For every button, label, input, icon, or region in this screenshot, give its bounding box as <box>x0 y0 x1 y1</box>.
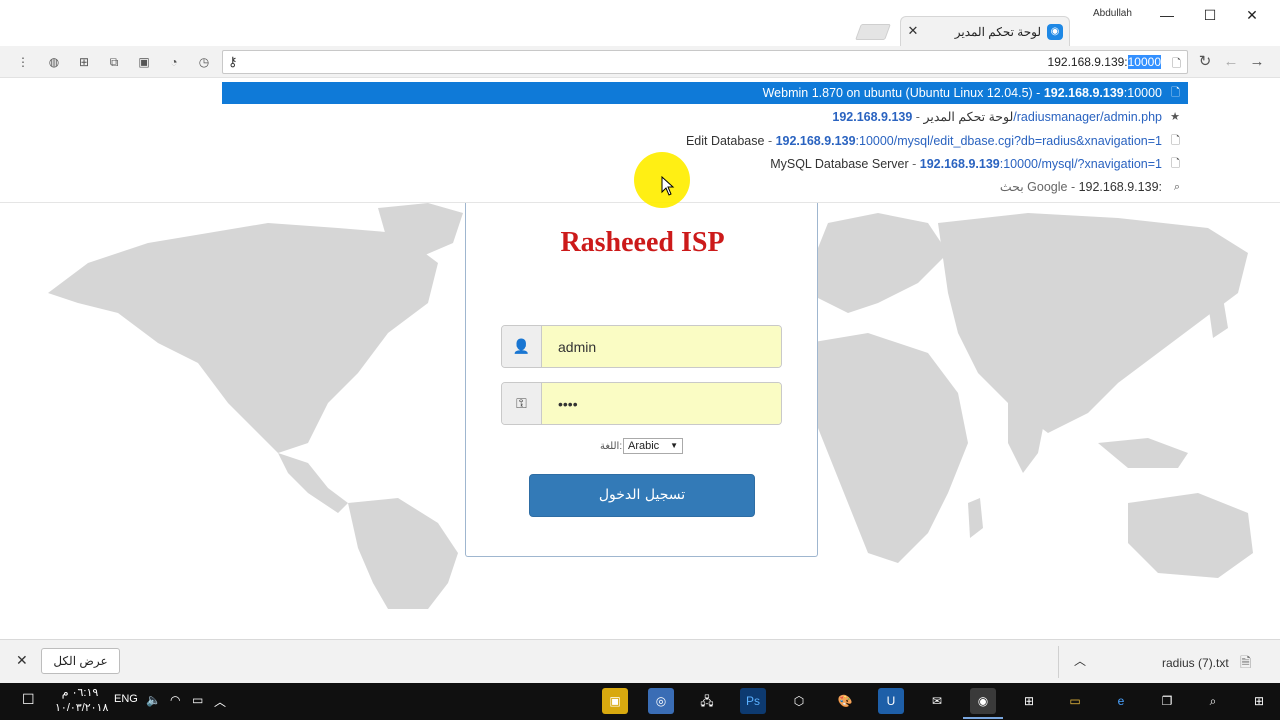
date-text: ١٠/٠٣/٢٠١٨ <box>55 702 109 714</box>
maximize-icon[interactable]: ☐ <box>1200 6 1220 24</box>
extension-page-icon[interactable]: ⧉ <box>105 53 123 71</box>
taskbar-app-mail-icon[interactable]: ✉ <box>924 688 950 714</box>
taskbar-app-filezilla-icon[interactable]: ▣ <box>602 688 628 714</box>
password-field: ⚿ <box>501 382 782 425</box>
taskbar-app-winbox-icon[interactable]: ◎ <box>648 688 674 714</box>
suggestion-item[interactable]: Webmin 1.870 on ubuntu (Ubuntu Linux 12.… <box>222 82 1188 104</box>
page-icon: 🗋 <box>1171 135 1180 147</box>
taskbar-app-ultraedit-icon[interactable]: U <box>878 688 904 714</box>
task-view-icon[interactable]: ❐ <box>1154 688 1180 714</box>
download-file-name[interactable]: radius (7).txt <box>1162 656 1229 670</box>
extension-messenger-icon[interactable]: ◔ <box>165 53 183 71</box>
start-icon[interactable]: ⊞ <box>1246 688 1272 714</box>
page-icon: 🗋 <box>1171 87 1180 99</box>
user-icon: 👤 <box>502 326 542 367</box>
tab-title: لوحة تحكم المدير <box>954 25 1041 39</box>
mouse-cursor-icon <box>661 176 675 196</box>
language-selected-value: Arabic <box>628 440 660 452</box>
chevron-up-icon[interactable]: ︿ <box>1074 652 1086 669</box>
taskbar-app-photoshop-icon[interactable]: Ps <box>740 688 766 714</box>
taskbar-app-explorer-icon[interactable]: ▭ <box>1062 688 1088 714</box>
tray-chevron-up-icon[interactable]: ︿ <box>214 693 226 710</box>
extension-globe-icon[interactable]: ◍ <box>45 53 63 71</box>
suggestion-item[interactable]: Edit Database - 192.168.9.139:10000/mysq… <box>222 130 1188 152</box>
profile-name[interactable]: Abdullah <box>1093 8 1132 19</box>
username-input[interactable] <box>542 326 781 367</box>
star-icon: ★ <box>1170 111 1180 123</box>
tab-close-icon[interactable]: ✕ <box>905 23 921 39</box>
extension-image-icon[interactable]: ▣ <box>135 53 153 71</box>
language-label: اللغة: <box>600 441 623 452</box>
file-icon: 🗎 <box>1240 654 1252 670</box>
extension-speed-icon[interactable]: ◷ <box>195 53 213 71</box>
taskbar-app-virtualbox-icon[interactable]: ⬡ <box>786 688 812 714</box>
taskbar-app-store-icon[interactable]: ⊞ <box>1016 688 1042 714</box>
search-icon: ⌕ <box>1173 181 1180 193</box>
username-field: 👤 <box>501 325 782 368</box>
new-tab-button[interactable] <box>855 24 891 40</box>
page-info-icon[interactable]: 🗋 <box>1172 55 1181 74</box>
page-icon: 🗋 <box>1171 158 1180 170</box>
key-icon[interactable]: ⚷ <box>228 54 238 70</box>
suggestion-item[interactable]: MySQL Database Server - 192.168.9.139:10… <box>222 153 1188 175</box>
battery-icon[interactable]: ▭ <box>192 693 203 707</box>
close-window-icon[interactable]: ✕ <box>1242 6 1262 24</box>
clock[interactable]: ٠٦:١٩ م ١٠/٠٣/٢٠١٨ <box>55 686 109 716</box>
input-language[interactable]: ENG <box>114 693 138 705</box>
suggestion-item[interactable]: بحث Google - 192.168.9.139: ⌕ <box>222 176 1188 198</box>
active-app-indicator <box>963 717 1003 719</box>
address-text[interactable]: 192.168.9.139:10000 <box>1048 55 1161 69</box>
notifications-icon[interactable]: ☐ <box>22 691 35 708</box>
wifi-icon[interactable]: ◠ <box>170 693 180 707</box>
divider <box>1058 646 1059 678</box>
page-content: Rasheeed ISP 👤 ⚿ اللغة: Arabic ▼ تسجيل ا… <box>8 203 1272 609</box>
wifi-favicon-icon: ◉ <box>1047 24 1063 40</box>
extension-plus-icon[interactable]: ⊞ <box>75 53 93 71</box>
menu-dots-icon[interactable]: ⋮ <box>14 53 32 71</box>
address-bar[interactable]: ⚷ 192.168.9.139:10000 🗋 <box>222 50 1188 74</box>
caret-down-icon: ▼ <box>670 441 678 450</box>
key-icon: ⚿ <box>502 383 542 424</box>
login-button[interactable]: تسجيل الدخول <box>529 474 755 517</box>
browser-toolbar: ⋮ ◍ ⊞ ⧉ ▣ ◔ ◷ ⚷ 192.168.9.139:10000 🗋 ↻ … <box>0 46 1280 78</box>
login-panel: Rasheeed ISP 👤 ⚿ اللغة: Arabic ▼ تسجيل ا… <box>465 203 818 557</box>
language-select[interactable]: Arabic ▼ <box>623 438 683 454</box>
taskbar: ☐ ٠٦:١٩ م ١٠/٠٣/٢٠١٨ ENG 🔈 ◠ ▭ ︿ ▣ ◎ 🖧 P… <box>0 683 1280 720</box>
show-all-button[interactable]: عرض الكل <box>41 648 120 674</box>
minimize-icon[interactable]: — <box>1157 6 1177 24</box>
time-text: ٠٦:١٩ م <box>61 687 99 699</box>
taskbar-app-network-icon[interactable]: 🖧 <box>694 688 720 714</box>
password-input[interactable] <box>542 383 781 424</box>
reload-icon[interactable]: ↻ <box>1196 53 1214 71</box>
download-bar: ✕ عرض الكل ︿ radius (7).txt 🗎 <box>0 639 1280 683</box>
volume-icon[interactable]: 🔈 <box>146 693 161 707</box>
taskbar-app-paint-icon[interactable]: 🎨 <box>832 688 858 714</box>
browser-tab[interactable]: ✕ لوحة تحكم المدير ◉ <box>900 16 1070 46</box>
brand-title: Rasheeed ISP <box>560 227 725 258</box>
taskbar-app-chrome-icon[interactable]: ◉ <box>970 688 996 714</box>
taskbar-app-edge-icon[interactable]: e <box>1108 688 1134 714</box>
search-icon[interactable]: ⌕ <box>1200 688 1226 714</box>
title-bar: ✕ لوحة تحكم المدير ◉ Abdullah — ☐ ✕ <box>0 0 1280 46</box>
close-icon[interactable]: ✕ <box>16 652 28 669</box>
back-icon[interactable]: → <box>1248 53 1266 71</box>
suggestion-item[interactable]: لوحة تحكم المدير - 192.168.9.139/radiusm… <box>222 106 1188 128</box>
forward-icon[interactable]: ← <box>1222 53 1240 71</box>
